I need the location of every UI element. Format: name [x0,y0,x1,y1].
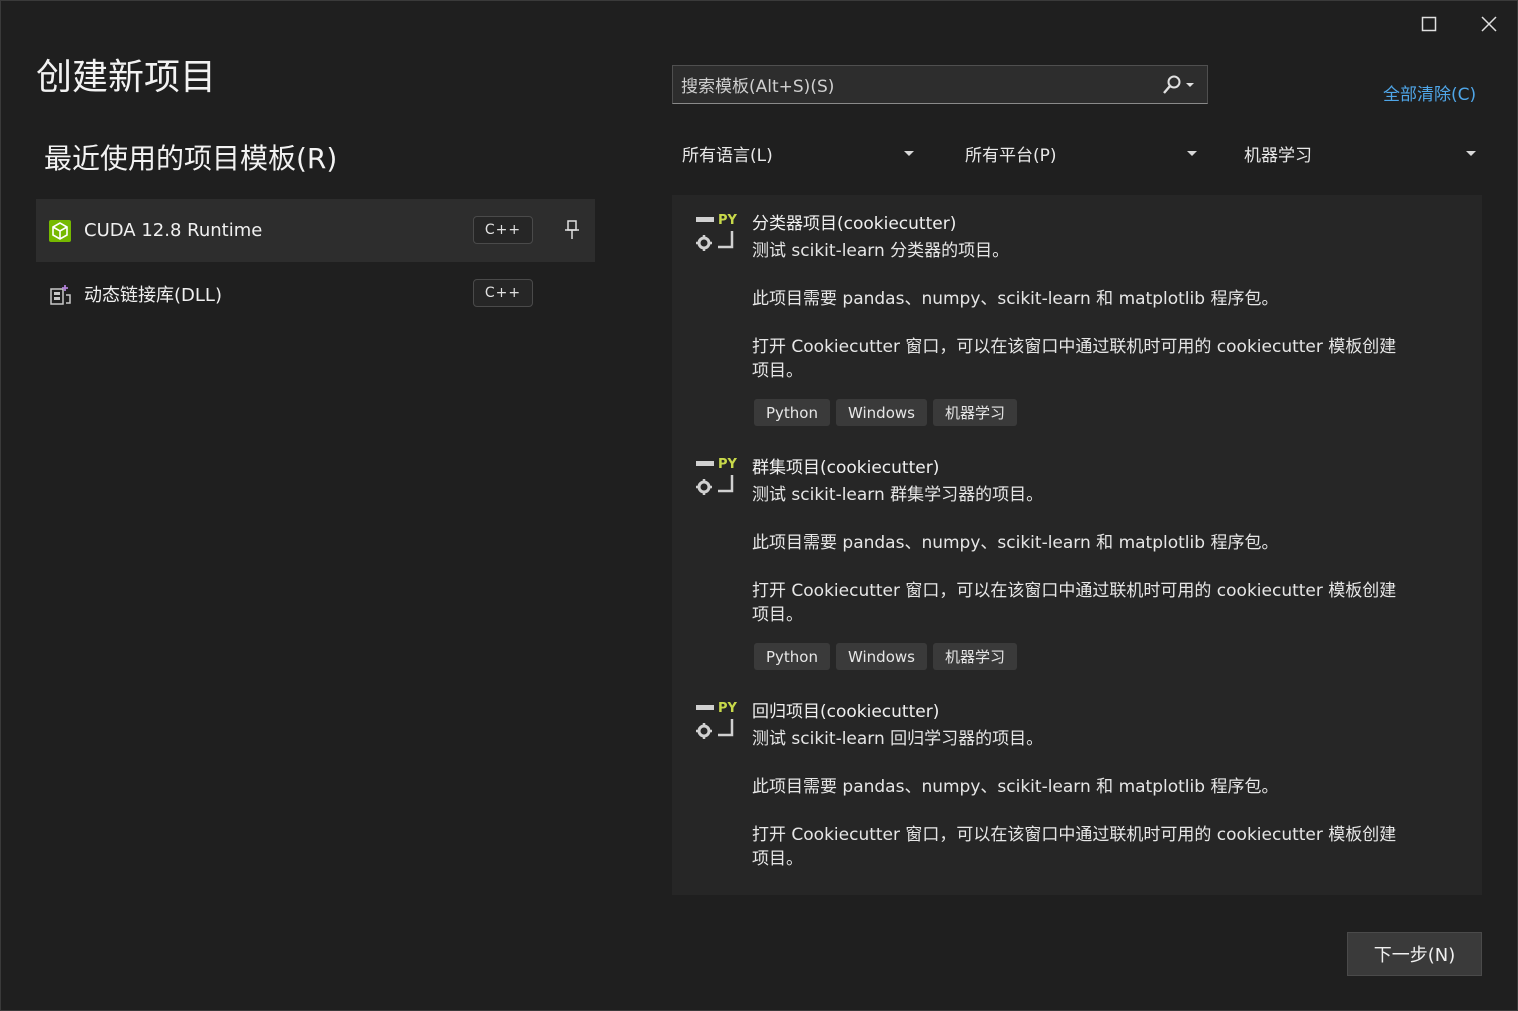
tag: Python [754,399,830,426]
template-requirements: 此项目需要 pandas、numpy、scikit-learn 和 matplo… [752,533,1279,553]
chevron-down-icon [904,151,914,156]
template-results-list: PY 分类器项目(cookiecutter) 测试 scikit-learn 分… [672,195,1482,895]
python-project-icon: PY [696,457,738,495]
maximize-icon [1421,16,1437,32]
template-open-note-cont: 项目。 [752,605,803,625]
template-description: 测试 scikit-learn 分类器的项目。 [752,241,1010,261]
cuda-icon [49,220,71,242]
template-title: 回归项目(cookiecutter) [752,702,940,722]
template-requirements: 此项目需要 pandas、numpy、scikit-learn 和 matplo… [752,777,1279,797]
template-title: 分类器项目(cookiecutter) [752,214,957,234]
template-open-note-cont: 项目。 [752,849,803,869]
recent-templates-list: CUDA 12.8 Runtime C++ 动态链接库(DLL) C++ [36,199,595,325]
template-open-note-cont: 项目。 [752,361,803,381]
platform-filter-value: 所有平台(P) [965,145,1057,166]
project-type-filter-dropdown[interactable]: 机器学习 [1234,135,1484,171]
recent-item-label: CUDA 12.8 Runtime [84,220,263,241]
tag: 机器学习 [932,643,1017,670]
chevron-down-icon [1466,151,1476,156]
python-project-icon: PY [696,213,738,251]
platform-filter-dropdown[interactable]: 所有平台(P) [955,135,1205,171]
tag: Windows [836,399,927,426]
tag: 机器学习 [932,399,1017,426]
chevron-down-icon [1187,151,1197,156]
language-filter-dropdown[interactable]: 所有语言(L) [672,135,922,171]
tag-list: Python Windows 机器学习 [754,643,1017,670]
tag: Windows [836,643,927,670]
py-badge: PY [718,701,738,716]
next-button[interactable]: 下一步(N) [1347,932,1482,976]
maximize-button[interactable] [1409,8,1449,40]
recent-item-cuda[interactable]: CUDA 12.8 Runtime C++ [36,199,595,262]
template-open-note: 打开 Cookiecutter 窗口，可以在该窗口中通过联机时可用的 cooki… [752,337,1397,357]
py-badge: PY [718,457,738,472]
template-card-classifier[interactable]: PY 分类器项目(cookiecutter) 测试 scikit-learn 分… [672,195,1482,435]
python-project-icon: PY [696,701,738,739]
template-open-note: 打开 Cookiecutter 窗口，可以在该窗口中通过联机时可用的 cooki… [752,825,1397,845]
template-description: 测试 scikit-learn 群集学习器的项目。 [752,485,1044,505]
dll-icon [50,285,71,305]
project-type-filter-value: 机器学习 [1244,145,1312,166]
template-title: 群集项目(cookiecutter) [752,458,940,478]
template-search-input[interactable]: 搜索模板(Alt+S)(S) [672,65,1208,104]
template-open-note: 打开 Cookiecutter 窗口，可以在该窗口中通过联机时可用的 cooki… [752,581,1397,601]
recent-item-label: 动态链接库(DLL) [84,284,222,306]
clear-all-link[interactable]: 全部清除(C) [1383,80,1476,105]
search-icon[interactable] [1161,74,1197,96]
template-requirements: 此项目需要 pandas、numpy、scikit-learn 和 matplo… [752,289,1279,309]
language-chip: C++ [473,279,533,307]
close-button[interactable] [1469,8,1509,40]
search-placeholder: 搜索模板(Alt+S)(S) [681,77,835,97]
pin-icon[interactable] [560,218,584,242]
language-chip: C++ [473,216,533,244]
language-filter-value: 所有语言(L) [682,145,773,166]
tag: Python [754,643,830,670]
template-description: 测试 scikit-learn 回归学习器的项目。 [752,729,1044,749]
recent-templates-heading: 最近使用的项目模板(R) [44,142,338,175]
close-icon [1481,16,1497,32]
tag-list: Python Windows 机器学习 [754,399,1017,426]
recent-item-dll[interactable]: 动态链接库(DLL) C++ [36,262,595,325]
py-badge: PY [718,213,738,228]
template-card-cluster[interactable]: PY 群集项目(cookiecutter) 测试 scikit-learn 群集… [672,439,1482,679]
template-card-regression[interactable]: PY 回归项目(cookiecutter) 测试 scikit-learn 回归… [672,683,1482,883]
page-title: 创建新项目 [36,57,217,98]
